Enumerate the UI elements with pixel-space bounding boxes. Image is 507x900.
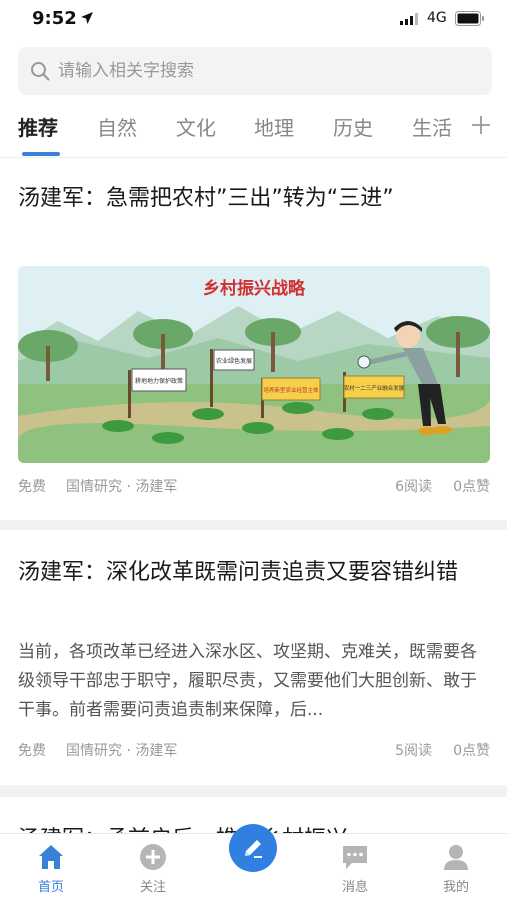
- search-icon: [31, 62, 50, 81]
- active-tab-indicator: [22, 152, 60, 156]
- publish-button[interactable]: [229, 824, 277, 872]
- sign-label: 农村一二三产业融合发展: [344, 384, 405, 392]
- sign-label: 农业绿色发展: [216, 357, 252, 365]
- article-card[interactable]: 汤建军：急需把农村”三出”转为“三进” 乡村振兴战略 耕地地力保护政策 农业绿色…: [0, 158, 507, 520]
- sign-label: 培养新型农业经营主体: [263, 386, 319, 394]
- article-source[interactable]: 国情研究 · 汤建军: [66, 476, 177, 496]
- tab-recommend[interactable]: 推荐: [18, 112, 58, 141]
- home-icon: [39, 845, 63, 869]
- price-tag: 免费: [18, 479, 46, 495]
- add-tab-icon[interactable]: [470, 114, 492, 136]
- message-icon: [343, 846, 367, 869]
- price-tag: 免费: [18, 743, 46, 759]
- article-image[interactable]: 乡村振兴战略 耕地地力保护政策 农业绿色发展 培养新型农业经营主体 农村一二三产…: [18, 266, 490, 463]
- tab-life[interactable]: 生活: [412, 112, 452, 141]
- sign-label: 耕地地力保护政策: [135, 377, 183, 385]
- tab-history[interactable]: 历史: [333, 112, 373, 141]
- bottom-nav: 首页 关注 消息 我的: [0, 824, 507, 900]
- user-icon: [444, 845, 468, 870]
- nav-label: 首页: [37, 880, 64, 895]
- nav-home[interactable]: 首页: [11, 834, 91, 900]
- article-source[interactable]: 国情研究 · 汤建军: [66, 740, 177, 760]
- category-tabs: 推荐 自然 文化 地理 历史 生活: [0, 100, 507, 158]
- location-arrow-icon: [81, 12, 93, 24]
- article-meta: 免费 国情研究 · 汤建军 5阅读 0点赞: [18, 740, 490, 760]
- nav-profile[interactable]: 我的: [416, 834, 496, 900]
- image-banner-text: 乡村振兴战略: [203, 278, 306, 299]
- article-title[interactable]: 汤建军：急需把农村”三出”转为“三进”: [18, 180, 490, 218]
- plus-circle-icon: [140, 844, 166, 870]
- search-input[interactable]: [58, 47, 478, 95]
- battery-icon: [455, 11, 484, 26]
- article-card[interactable]: 汤建军：深化改革既需问责追责又要容错纠错 当前，各项改革已经进入深水区、攻坚期、…: [0, 530, 507, 785]
- search-bar: [0, 40, 507, 100]
- status-time: 9:52: [32, 8, 77, 29]
- tab-geography[interactable]: 地理: [254, 112, 294, 141]
- article-title[interactable]: 汤建军：深化改革既需问责追责又要容错纠错: [18, 554, 490, 592]
- like-count: 0点赞: [453, 479, 490, 495]
- status-bar: 9:52 4G: [0, 0, 507, 40]
- read-count: 6阅读: [395, 479, 432, 495]
- search-box[interactable]: [18, 47, 492, 95]
- nav-messages[interactable]: 消息: [315, 834, 395, 900]
- tab-culture[interactable]: 文化: [176, 112, 216, 141]
- article-meta: 免费 国情研究 · 汤建军 6阅读 0点赞: [18, 476, 490, 496]
- nav-follow[interactable]: 关注: [113, 834, 193, 900]
- read-count: 5阅读: [395, 743, 432, 759]
- network-type: 4G: [427, 10, 447, 26]
- nav-label: 消息: [341, 880, 368, 895]
- nav-label: 关注: [139, 880, 166, 895]
- signal-icon: [400, 13, 418, 25]
- article-summary: 当前，各项改革已经进入深水区、攻坚期、克难关，既需要各级领导干部忠于职守，履职尽…: [18, 642, 477, 720]
- tab-nature[interactable]: 自然: [97, 112, 137, 141]
- pencil-icon: [245, 840, 262, 858]
- like-count: 0点赞: [453, 743, 490, 759]
- nav-label: 我的: [442, 880, 469, 895]
